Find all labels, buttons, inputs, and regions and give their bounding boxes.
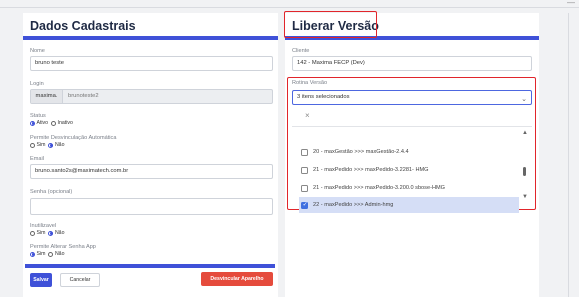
email-label: Email: [30, 156, 44, 162]
right-gutter: [568, 13, 569, 297]
save-button[interactable]: Salvar: [30, 273, 52, 287]
inutilizavel-radio-group: Sim Não: [30, 230, 64, 236]
list-item[interactable]: 21 - maxPedido >>> maxPedido-3.200.0 sbo…: [299, 180, 519, 196]
option-checkbox[interactable]: [301, 166, 308, 174]
list-item-selected[interactable]: 22 - maxPedido >>> Admin-hmg: [299, 197, 519, 213]
rotina-selected-text: 3 itens selecionados: [297, 94, 350, 100]
login-value: brunoteste2: [68, 93, 99, 99]
status-label: Status: [30, 113, 46, 119]
desvinc-option-nao: Não: [54, 142, 65, 148]
option-label: 21 - maxPedido >>> maxPedido-3.2281- HMG: [313, 167, 429, 173]
option-checkbox[interactable]: [301, 184, 308, 192]
triangle-up-icon[interactable]: ▲: [522, 130, 528, 136]
inutilizavel-sim-radio[interactable]: [30, 230, 35, 236]
top-divider: [0, 7, 579, 8]
unlink-device-button[interactable]: Desvincular Aparelho: [201, 272, 273, 286]
liberar-versao-panel: Liberar Versão Cliente 142 - Maxima FECP…: [284, 11, 539, 297]
alterar-senha-nao-radio[interactable]: [48, 251, 54, 257]
option-label: 21 - maxPedido >>> maxPedido-3.200.0 sbo…: [313, 185, 445, 191]
login-label: Login: [30, 81, 44, 87]
inutilizavel-nao-radio[interactable]: [48, 230, 54, 236]
status-radio-group: Ativo Inativo: [30, 120, 73, 126]
senha-field[interactable]: [30, 198, 273, 215]
login-prefix: maxima.: [31, 90, 63, 103]
footer-divider: [25, 264, 275, 268]
status-ativo-radio[interactable]: [30, 120, 35, 126]
option-checkbox[interactable]: [301, 148, 308, 156]
list-item[interactable]: 21 - maxPedido >>> maxPedido-3.2281- HMG: [299, 162, 519, 178]
inutilizavel-option-nao: Não: [54, 230, 65, 236]
desvinc-radio-group: Sim Não: [30, 142, 64, 148]
cancel-button[interactable]: Cancelar: [60, 273, 100, 287]
desvinc-sim-radio[interactable]: [30, 142, 35, 148]
email-field[interactable]: bruno.santo2s@maximatech.com.br: [30, 164, 273, 179]
nome-label: Nome: [30, 48, 45, 54]
status-option-inativo: Inativo: [57, 120, 73, 126]
desvinc-option-sim: Sim: [36, 142, 46, 148]
list-item[interactable]: 20 - maxGestão >>> maxGestão-2.4.4: [299, 144, 519, 160]
title-highlight-box: [284, 11, 377, 38]
nome-field[interactable]: bruno teste: [30, 56, 273, 71]
alterar-senha-sim-radio[interactable]: [30, 251, 35, 257]
rotina-select[interactable]: 3 itens selecionados ⌄: [292, 90, 532, 105]
desvinc-nao-radio[interactable]: [48, 142, 54, 148]
dados-cadastrais-panel: Dados Cadastrais Nome bruno teste Login …: [23, 13, 278, 297]
login-field: maxima. brunoteste2: [30, 89, 273, 104]
alterar-senha-option-sim: Sim: [36, 251, 46, 257]
list-divider: [292, 126, 532, 127]
cliente-field[interactable]: 142 - Maxima FECP (Dev): [292, 56, 532, 71]
window-minimize-icon[interactable]: —: [567, 0, 575, 7]
options-scrollbar[interactable]: ▲ ▼: [521, 130, 529, 206]
chevron-down-icon[interactable]: ⌄: [521, 93, 527, 106]
alterar-senha-radio-group: Sim Não: [30, 251, 64, 257]
inutilizavel-label: Inutilizavel: [30, 223, 57, 229]
rotina-label: Rotina Versão: [292, 80, 328, 86]
option-label: 22 - maxPedido >>> Admin-hmg: [313, 202, 394, 208]
alterar-senha-option-nao: Não: [54, 251, 65, 257]
option-checkbox-checked[interactable]: [301, 201, 308, 209]
option-label: 20 - maxGestão >>> maxGestão-2.4.4: [313, 149, 409, 155]
inutilizavel-option-sim: Sim: [36, 230, 46, 236]
cliente-label: Cliente: [292, 48, 310, 54]
panel-title: Dados Cadastrais: [30, 19, 136, 33]
alterar-senha-label: Permite Alterar Senha App: [30, 244, 96, 250]
desvinc-label: Permite Desvinculação Automática: [30, 135, 117, 141]
status-inativo-radio[interactable]: [51, 120, 57, 126]
senha-label: Senha (opcional): [30, 189, 73, 195]
triangle-down-icon[interactable]: ▼: [522, 194, 528, 200]
scrollbar-thumb[interactable]: [523, 167, 526, 176]
status-option-ativo: Ativo: [36, 120, 49, 126]
close-icon[interactable]: ×: [305, 111, 310, 120]
title-underline: [23, 36, 278, 40]
